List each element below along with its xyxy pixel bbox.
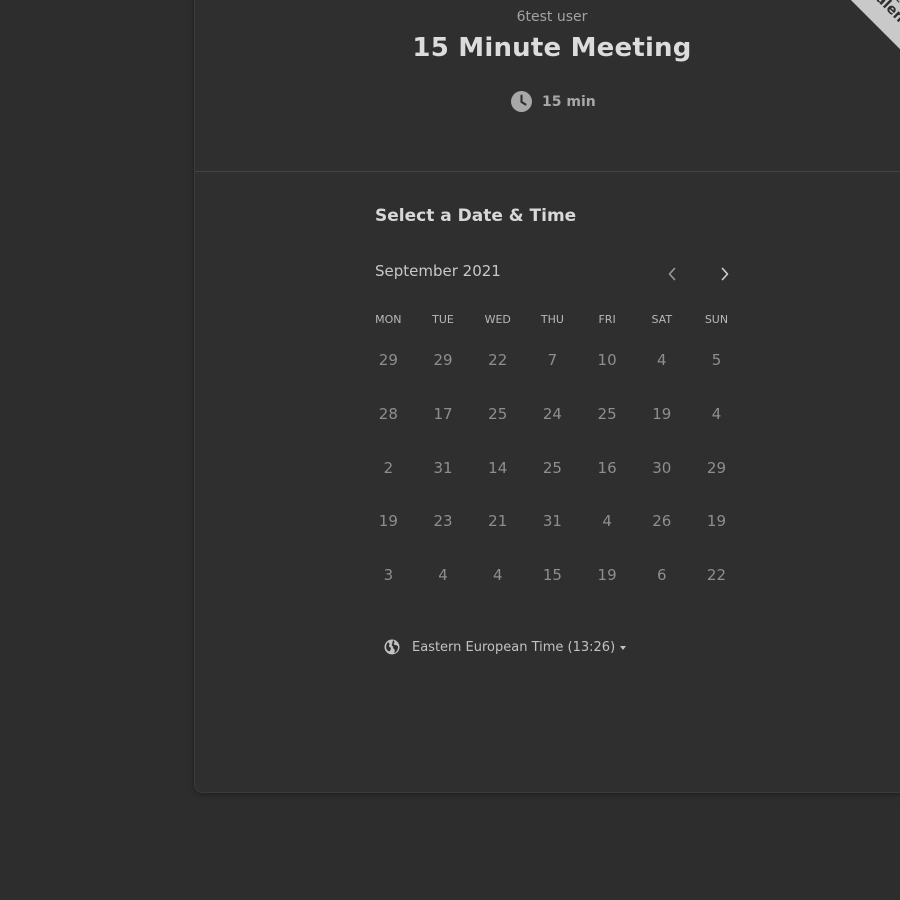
calendar-day: 6 xyxy=(657,566,667,585)
timezone-label: Eastern European Time (13:26) xyxy=(412,639,616,655)
weekday-label: TUE xyxy=(432,313,454,326)
calendar-day: 23 xyxy=(433,512,453,531)
calendar-days: 29 29 22 7 10 4 5 28 17 25 24 25 19 4 2 31 14 25 16 30 29 19 2… xyxy=(361,347,745,616)
weekday-label: SUN xyxy=(704,313,729,326)
calendar-day: 4 xyxy=(602,512,612,531)
event-title: 15 Minute Meeting xyxy=(412,33,692,63)
event-header: 6test user 15 Minute Meeting 15 min xyxy=(195,0,900,172)
organizer-name: 6test user xyxy=(516,9,588,25)
calendar-day: 19 xyxy=(378,512,398,531)
calendar-day: 29 xyxy=(706,458,727,477)
weekday-label: MON xyxy=(375,313,402,326)
calendar-day: 29 xyxy=(378,351,398,369)
weekday-label: SAT xyxy=(651,313,673,326)
calendar-day: 31 xyxy=(433,458,453,477)
select-date-time-heading: Select a Date & Time xyxy=(375,206,577,226)
calendar-day: 19 xyxy=(597,566,617,585)
duration-label: 15 min xyxy=(542,93,596,110)
calendar-day: 5 xyxy=(711,351,722,369)
weekday-label: THU xyxy=(540,313,564,326)
previous-month-button[interactable] xyxy=(658,260,686,288)
calendar-day: 28 xyxy=(378,404,398,423)
calendar-day: 31 xyxy=(542,512,562,531)
page-background: 6test user 15 Minute Meeting 15 min Sele… xyxy=(0,0,900,900)
calendar-day: 21 xyxy=(488,512,508,531)
calendar-day: 29 xyxy=(433,351,453,369)
clock-icon xyxy=(511,91,532,112)
calendar-day: 10 xyxy=(597,351,617,369)
weekday-header-row: MON TUE WED THU FRI SAT SUN xyxy=(361,313,745,331)
calendar-day: 17 xyxy=(433,404,453,423)
event-duration: 15 min xyxy=(511,91,596,112)
calendar-day: 25 xyxy=(488,404,508,423)
calendar-grid: MON TUE WED THU FRI SAT SUN 29 29 22 7 10 4 5 28 17 25 2… xyxy=(361,313,745,616)
calendar-day: 25 xyxy=(542,458,562,477)
powered-by-ribbon[interactable]: POWERED BY Calendly xyxy=(809,0,900,101)
globe-icon xyxy=(384,639,400,655)
scheduling-card: 6test user 15 Minute Meeting 15 min Sele… xyxy=(194,0,900,793)
calendly-badge: POWERED BY Calendly xyxy=(815,0,900,93)
next-month-button[interactable] xyxy=(711,260,739,288)
ribbon-brand-text: Calendly xyxy=(865,0,900,43)
calendar-day: 4 xyxy=(492,566,503,585)
calendar-day: 4 xyxy=(438,566,448,585)
calendar-day: 22 xyxy=(706,566,727,585)
calendar-day: 26 xyxy=(652,512,672,531)
calendar-day: 2 xyxy=(383,458,394,477)
calendar-day: 25 xyxy=(597,404,617,423)
month-label: September 2021 xyxy=(375,262,501,280)
calendar-day: 19 xyxy=(706,512,727,531)
calendar-day: 16 xyxy=(597,458,617,477)
calendar-day: 3 xyxy=(383,566,394,585)
weekday-label: WED xyxy=(484,313,511,326)
calendar-day: 24 xyxy=(542,404,562,423)
calendar-day: 22 xyxy=(488,351,508,369)
weekday-label: FRI xyxy=(598,313,616,326)
caret-down-icon xyxy=(620,645,627,650)
calendar-day: 19 xyxy=(652,404,672,423)
month-navigation: September 2021 xyxy=(375,262,743,286)
chevron-left-icon xyxy=(668,267,676,281)
calendar-day: 4 xyxy=(657,351,667,369)
calendar-day: 15 xyxy=(542,566,562,585)
chevron-right-icon xyxy=(721,267,729,281)
timezone-selector[interactable]: Eastern European Time (13:26) xyxy=(384,639,627,655)
calendar-day: 7 xyxy=(547,351,558,369)
calendar-day: 4 xyxy=(711,404,722,423)
calendar-day: 14 xyxy=(488,458,508,477)
calendar-day: 30 xyxy=(652,458,672,477)
